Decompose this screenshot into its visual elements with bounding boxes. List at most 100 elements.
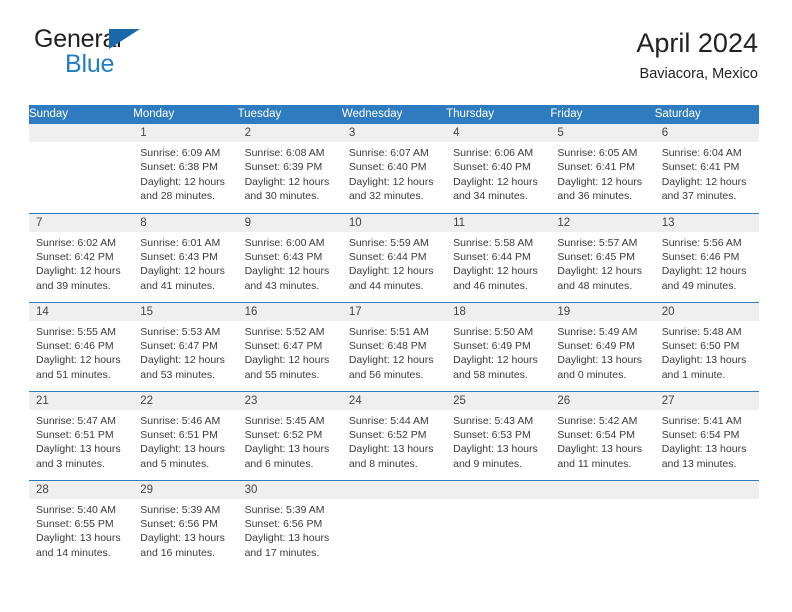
- calendar-day-cell[interactable]: 22 Sunrise: 5:46 AM Sunset: 6:51 PM Dayligh…: [133, 390, 238, 480]
- sunset-time: Sunset: 6:49 PM: [453, 339, 531, 352]
- day-number: 18: [446, 302, 551, 321]
- calendar-day-cell[interactable]: 20 Sunrise: 5:48 AM Sunset: 6:50 PM Dayligh…: [654, 301, 759, 391]
- day-number: 3: [341, 124, 447, 142]
- day-number: 21: [29, 391, 134, 410]
- calendar-day-cell[interactable]: 28 Sunrise: 5:40 AM Sunset: 6:55 PM Dayligh…: [29, 479, 134, 569]
- daylight-duration-line1: Daylight: 12 hours: [348, 175, 434, 188]
- day-number: 26: [550, 391, 655, 410]
- daylight-duration-line1: Daylight: 13 hours: [36, 532, 121, 545]
- calendar-day-cell[interactable]: 2 Sunrise: 6:08 AM Sunset: 6:39 PM Daylight…: [237, 124, 342, 213]
- daylight-duration-line1: Daylight: 12 hours: [244, 354, 330, 367]
- calendar-day-cell[interactable]: 1 Sunrise: 6:09 AM Sunset: 6:38 PM Daylight…: [133, 124, 238, 213]
- calendar-day-cell[interactable]: 10 Sunrise: 5:59 AM Sunset: 6:44 PM Dayligh…: [341, 212, 447, 302]
- sunset-time: Sunset: 6:51 PM: [36, 428, 114, 441]
- calendar-day-cell[interactable]: 24 Sunrise: 5:44 AM Sunset: 6:52 PM Dayligh…: [341, 390, 447, 480]
- day-number: 2: [237, 124, 342, 142]
- calendar-day-cell[interactable]: 26 Sunrise: 5:42 AM Sunset: 6:54 PM Dayligh…: [550, 390, 655, 480]
- calendar-day-cell[interactable]: 4 Sunrise: 6:06 AM Sunset: 6:40 PM Daylight…: [446, 124, 551, 213]
- weekday-header-monday: Monday: [133, 105, 238, 124]
- calendar-body: 1 Sunrise: 6:09 AM Sunset: 6:38 PM Daylight…: [29, 124, 759, 569]
- calendar-day-cell[interactable]: 12 Sunrise: 5:57 AM Sunset: 6:45 PM Dayligh…: [550, 212, 655, 302]
- sunset-time: Sunset: 6:44 PM: [453, 250, 531, 263]
- sunrise-time: Sunrise: 5:49 AM: [557, 325, 638, 338]
- page-header: General Blue April 2024 Baviacora, Mexic…: [34, 26, 758, 94]
- sunset-time: Sunset: 6:42 PM: [36, 250, 114, 263]
- day-details: Sunrise: 5:43 AM Sunset: 6:53 PM Daylight:…: [446, 410, 550, 472]
- day-details: [446, 499, 550, 503]
- sunset-time: Sunset: 6:47 PM: [140, 339, 218, 352]
- sunset-time: Sunset: 6:54 PM: [661, 428, 740, 441]
- sunset-time: Sunset: 6:43 PM: [140, 250, 218, 263]
- calendar-day-cell[interactable]: 14 Sunrise: 5:55 AM Sunset: 6:46 PM Dayligh…: [29, 301, 134, 391]
- sunrise-time: Sunrise: 6:01 AM: [140, 236, 221, 249]
- daylight-duration-line1: Daylight: 12 hours: [348, 265, 434, 278]
- sunrise-time: Sunrise: 5:41 AM: [661, 414, 742, 427]
- sunrise-time: Sunrise: 6:02 AM: [36, 236, 116, 249]
- day-details: Sunrise: 5:41 AM Sunset: 6:54 PM Daylight:…: [655, 410, 759, 472]
- daylight-duration-line1: Daylight: 12 hours: [36, 354, 121, 367]
- calendar-day-cell-empty: [29, 124, 134, 213]
- calendar-day-cell[interactable]: 17 Sunrise: 5:51 AM Sunset: 6:48 PM Dayligh…: [341, 301, 447, 391]
- day-number: 22: [133, 391, 238, 410]
- calendar-day-cell[interactable]: 16 Sunrise: 5:52 AM Sunset: 6:47 PM Dayligh…: [237, 301, 342, 391]
- calendar-week-row: 1 Sunrise: 6:09 AM Sunset: 6:38 PM Daylight…: [29, 124, 759, 213]
- calendar-day-cell[interactable]: 25 Sunrise: 5:43 AM Sunset: 6:53 PM Dayligh…: [446, 390, 551, 480]
- day-number: [654, 480, 759, 499]
- day-number: 20: [654, 302, 759, 321]
- sunrise-time: Sunrise: 5:39 AM: [244, 503, 325, 516]
- sunset-time: Sunset: 6:47 PM: [244, 339, 323, 352]
- day-details: Sunrise: 6:05 AM Sunset: 6:41 PM Daylight:…: [550, 142, 654, 204]
- sunrise-time: Sunrise: 5:51 AM: [348, 325, 429, 338]
- sunrise-time: Sunrise: 5:58 AM: [453, 236, 534, 249]
- calendar-week-row: 21 Sunrise: 5:47 AM Sunset: 6:51 PM Dayligh…: [29, 390, 759, 480]
- calendar-day-cell[interactable]: 3 Sunrise: 6:07 AM Sunset: 6:40 PM Daylight…: [341, 124, 447, 213]
- sunset-time: Sunset: 6:40 PM: [348, 161, 427, 174]
- sunrise-time: Sunrise: 5:50 AM: [453, 325, 534, 338]
- calendar-day-cell[interactable]: 21 Sunrise: 5:47 AM Sunset: 6:51 PM Dayligh…: [29, 390, 134, 480]
- day-number: 24: [341, 391, 447, 410]
- calendar-day-cell[interactable]: 27 Sunrise: 5:41 AM Sunset: 6:54 PM Dayligh…: [654, 390, 759, 480]
- calendar-day-cell-empty: [550, 479, 655, 569]
- page-title: April 2024: [636, 28, 758, 58]
- calendar-day-cell[interactable]: 11 Sunrise: 5:58 AM Sunset: 6:44 PM Dayligh…: [446, 212, 551, 302]
- sunrise-time: Sunrise: 6:04 AM: [661, 147, 742, 159]
- day-details: Sunrise: 5:58 AM Sunset: 6:44 PM Daylight:…: [446, 232, 550, 294]
- calendar-day-cell[interactable]: 6 Sunrise: 6:04 AM Sunset: 6:41 PM Daylight…: [654, 124, 759, 213]
- day-details: Sunrise: 5:53 AM Sunset: 6:47 PM Daylight:…: [133, 321, 237, 383]
- day-number: 17: [341, 302, 447, 321]
- sunrise-time: Sunrise: 5:48 AM: [661, 325, 742, 338]
- day-number: 1: [133, 124, 238, 142]
- daylight-duration-line1: Daylight: 13 hours: [36, 443, 121, 456]
- day-number: 14: [29, 302, 134, 321]
- calendar-day-cell[interactable]: 7 Sunrise: 6:02 AM Sunset: 6:42 PM Daylight…: [29, 212, 134, 302]
- calendar-day-cell[interactable]: 15 Sunrise: 5:53 AM Sunset: 6:47 PM Dayligh…: [133, 301, 238, 391]
- calendar-day-cell[interactable]: 9 Sunrise: 6:00 AM Sunset: 6:43 PM Daylight…: [237, 212, 342, 302]
- sunrise-time: Sunrise: 5:57 AM: [557, 236, 638, 249]
- sunrise-time: Sunrise: 5:46 AM: [140, 414, 221, 427]
- daylight-duration-line1: Daylight: 12 hours: [453, 175, 538, 188]
- sunrise-time: Sunrise: 6:07 AM: [348, 147, 429, 159]
- day-details: Sunrise: 6:08 AM Sunset: 6:39 PM Daylight:…: [238, 142, 342, 204]
- calendar-day-cell[interactable]: 23 Sunrise: 5:45 AM Sunset: 6:52 PM Dayligh…: [237, 390, 342, 480]
- day-number: 23: [237, 391, 342, 410]
- daylight-duration-line2: and 17 minutes.: [244, 546, 320, 559]
- day-details: Sunrise: 5:44 AM Sunset: 6:52 PM Daylight:…: [342, 410, 446, 472]
- daylight-duration-line2: and 34 minutes.: [453, 190, 528, 203]
- day-number: 27: [654, 391, 759, 410]
- day-number: 13: [654, 213, 759, 232]
- calendar-day-cell[interactable]: 5 Sunrise: 6:05 AM Sunset: 6:41 PM Daylight…: [550, 124, 655, 213]
- sunset-time: Sunset: 6:53 PM: [453, 428, 531, 441]
- day-details: Sunrise: 5:40 AM Sunset: 6:55 PM Daylight:…: [29, 499, 133, 561]
- calendar-day-cell[interactable]: 13 Sunrise: 5:56 AM Sunset: 6:46 PM Dayligh…: [654, 212, 759, 302]
- brand-logo[interactable]: General Blue: [34, 26, 294, 88]
- daylight-duration-line1: Daylight: 12 hours: [140, 175, 225, 188]
- calendar-day-cell[interactable]: 18 Sunrise: 5:50 AM Sunset: 6:49 PM Dayligh…: [446, 301, 551, 391]
- day-details: Sunrise: 6:04 AM Sunset: 6:41 PM Daylight:…: [655, 142, 759, 204]
- calendar-day-cell[interactable]: 30 Sunrise: 5:39 AM Sunset: 6:56 PM Dayligh…: [237, 479, 342, 569]
- calendar-day-cell[interactable]: 8 Sunrise: 6:01 AM Sunset: 6:43 PM Daylight…: [133, 212, 238, 302]
- calendar-day-cell[interactable]: 29 Sunrise: 5:39 AM Sunset: 6:56 PM Dayligh…: [133, 479, 238, 569]
- day-details: Sunrise: 5:47 AM Sunset: 6:51 PM Daylight:…: [29, 410, 133, 472]
- calendar-day-cell[interactable]: 19 Sunrise: 5:49 AM Sunset: 6:49 PM Dayligh…: [550, 301, 655, 391]
- day-number: [29, 124, 134, 142]
- sunrise-time: Sunrise: 5:56 AM: [661, 236, 742, 249]
